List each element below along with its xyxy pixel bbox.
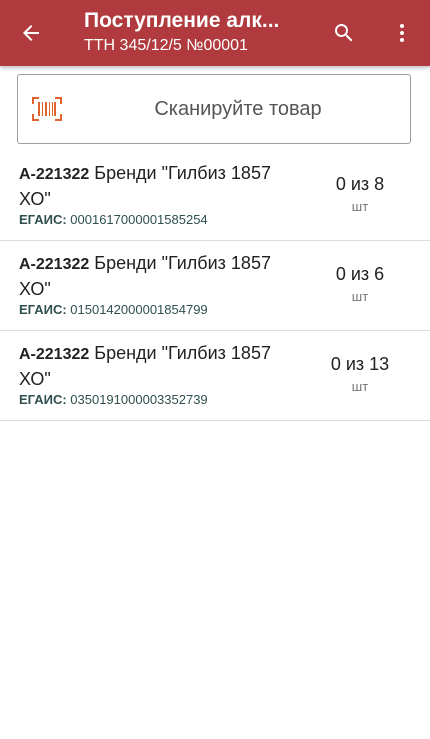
item-name: А-221322 Бренди "Гилбиз 1857 ХО" — [19, 161, 299, 211]
egais-value: 0001617000001585254 — [66, 212, 208, 227]
list-item[interactable]: А-221322 Бренди "Гилбиз 1857 ХО" ЕГАИС: … — [0, 151, 430, 241]
page-title: Поступление алк... — [84, 9, 280, 32]
egais-label: ЕГАИС: — [19, 302, 67, 317]
item-code: А-221322 — [19, 166, 90, 183]
egais-value: 0350191000003352739 — [66, 392, 208, 407]
list-item[interactable]: А-221322 Бренди "Гилбиз 1857 ХО" ЕГАИС: … — [0, 331, 430, 421]
item-code: А-221322 — [19, 256, 90, 273]
item-name: А-221322 Бренди "Гилбиз 1857 ХО" — [19, 251, 299, 301]
list-item[interactable]: А-221322 Бренди "Гилбиз 1857 ХО" ЕГАИС: … — [0, 241, 430, 331]
item-quantity: 0 из 8 — [335, 174, 385, 194]
page-subtitle: ТТН 345/12/5 №00001 — [84, 37, 248, 54]
egais-label: ЕГАИС: — [19, 392, 67, 407]
egais-code: ЕГАИС: 0150142000001854799 — [19, 302, 208, 318]
egais-value: 0150142000001854799 — [66, 302, 208, 317]
egais-label: ЕГАИС: — [19, 212, 67, 227]
item-name: А-221322 Бренди "Гилбиз 1857 ХО" — [19, 341, 299, 391]
item-quantity: 0 из 6 — [335, 264, 385, 284]
app-bar: Поступление алк... ТТН 345/12/5 №00001 — [0, 0, 430, 66]
item-quantity: 0 из 13 — [330, 354, 390, 374]
title-block: Поступление алк... ТТН 345/12/5 №00001 — [84, 7, 324, 56]
egais-code: ЕГАИС: 0350191000003352739 — [19, 392, 208, 408]
product-list: А-221322 Бренди "Гилбиз 1857 ХО" ЕГАИС: … — [0, 151, 430, 421]
back-button[interactable] — [14, 16, 48, 50]
more-vert-icon — [400, 24, 404, 42]
scan-product-button[interactable]: Сканируйте товар — [17, 74, 411, 144]
arrow-left-icon — [23, 25, 39, 41]
search-button[interactable] — [327, 16, 361, 50]
item-unit: шт — [351, 199, 369, 214]
scan-label: Сканируйте товар — [154, 98, 322, 120]
overflow-menu-button[interactable] — [385, 16, 419, 50]
egais-code: ЕГАИС: 0001617000001585254 — [19, 212, 208, 228]
search-icon — [335, 24, 353, 42]
item-unit: шт — [351, 379, 369, 394]
item-unit: шт — [351, 289, 369, 304]
item-code: А-221322 — [19, 346, 90, 363]
